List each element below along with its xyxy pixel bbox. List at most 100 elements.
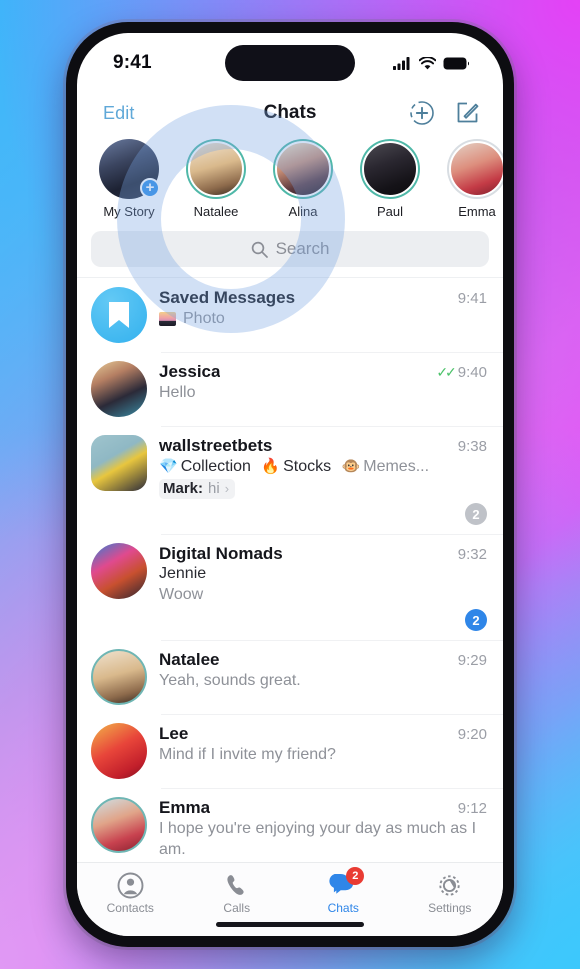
avatar: [362, 141, 418, 197]
chat-row[interactable]: Natalee 9:29 Yeah, sounds great.: [77, 640, 503, 714]
chat-meta: 9:38: [448, 438, 487, 455]
story-avatar-ring[interactable]: [186, 139, 246, 199]
chat-row[interactable]: Emma 9:12 I hope you're enjoying your day …: [77, 788, 503, 862]
chat-meta: ✓✓ 9:40: [426, 364, 487, 381]
add-story-circle-plus-icon[interactable]: [409, 100, 435, 126]
story-item-my-story[interactable]: + My Story: [89, 139, 169, 219]
avatar: [91, 435, 147, 491]
story-item-emma[interactable]: Emma: [437, 139, 503, 219]
chat-title: Digital Nomads: [159, 544, 283, 563]
contacts-person-icon: [77, 870, 184, 900]
story-name-label: Alina: [288, 204, 318, 219]
chat-title: Emma: [159, 798, 211, 817]
search-bar-container: Search: [77, 231, 503, 277]
preview-topic: Stocks: [283, 458, 332, 475]
chevron-right-icon: ›: [224, 481, 230, 496]
chat-row[interactable]: Digital Nomads 9:32 Jennie Woow 2: [77, 534, 503, 640]
story-avatar-ring[interactable]: [360, 139, 420, 199]
dynamic-island-notch: [225, 45, 355, 81]
chat-row[interactable]: Saved Messages 9:41 Photo: [77, 278, 503, 352]
chat-row[interactable]: Lee 9:20 Mind if I invite my friend?: [77, 714, 503, 788]
chat-bubbles-icon: 2: [290, 867, 397, 900]
avatar: [449, 141, 503, 197]
chat-title: Jessica: [159, 362, 221, 381]
story-avatar-ring[interactable]: [447, 139, 503, 199]
story-item-alina[interactable]: Alina: [263, 139, 343, 219]
chat-timestamp: 9:20: [457, 726, 487, 743]
chat-header-row: Natalee 9:29: [159, 650, 487, 670]
chat-title: Natalee: [159, 650, 220, 669]
chat-preview-text: Hello: [159, 384, 196, 401]
add-story-plus-icon[interactable]: +: [140, 178, 160, 198]
story-item-natalee[interactable]: Natalee: [176, 139, 256, 219]
chat-title: Saved Messages: [159, 288, 296, 307]
chat-preview-text: Photo: [183, 310, 225, 327]
chat-header-row: Lee 9:20: [159, 724, 487, 744]
preview-emoji: 🐵: [341, 458, 361, 475]
wifi-icon: [419, 56, 436, 69]
chat-body: Natalee 9:29 Yeah, sounds great.: [159, 649, 487, 705]
chat-body: Lee 9:20 Mind if I invite my friend?: [159, 723, 487, 779]
avatar: [91, 649, 147, 705]
chat-body: Jessica ✓✓ 9:40 Hello: [159, 361, 487, 417]
chat-header-row: Emma 9:12: [159, 798, 487, 818]
photo-thumbnail-icon: [159, 311, 176, 326]
chat-title: Lee: [159, 724, 189, 743]
story-item-paul[interactable]: Paul: [350, 139, 430, 219]
story-name-label: Natalee: [193, 204, 239, 219]
tab-label: Contacts: [106, 901, 154, 915]
saved-messages-avatar: [91, 287, 147, 343]
tab-settings[interactable]: Settings: [397, 870, 504, 936]
preview-topic: Collection: [180, 458, 251, 475]
compose-pencil-square-icon[interactable]: [455, 100, 481, 126]
story-avatar-ring[interactable]: [273, 139, 333, 199]
chat-meta: 9:20: [448, 726, 487, 743]
chat-preview-text: Yeah, sounds great.: [159, 672, 301, 689]
phone-device-frame: 9:41 Edit Chats + My Story Natalee Alina…: [66, 22, 514, 947]
story-avatar-ring[interactable]: +: [99, 139, 160, 199]
tab-label: Settings: [428, 901, 472, 915]
stories-row[interactable]: + My Story Natalee Alina Paul Emma: [77, 137, 503, 231]
chat-timestamp: 9:32: [457, 546, 487, 563]
chat-meta: 9:29: [448, 652, 487, 669]
chat-timestamp: 9:12: [457, 800, 487, 817]
gear-settings-icon: [397, 870, 504, 900]
battery-full-icon: [443, 57, 469, 69]
preview-topic: Memes...: [363, 458, 430, 475]
chat-meta: 9:32: [448, 546, 487, 563]
unread-badge-row: 2: [159, 609, 487, 631]
home-indicator: [216, 922, 364, 927]
story-name-label: My Story: [103, 204, 155, 219]
chat-list[interactable]: Saved Messages 9:41 Photo Jessica ✓✓ 9:40 Hell…: [77, 277, 503, 862]
chat-row[interactable]: Jessica ✓✓ 9:40 Hello: [77, 352, 503, 426]
tab-contacts[interactable]: Contacts: [77, 870, 184, 936]
chat-header-row: Jessica ✓✓ 9:40: [159, 362, 487, 382]
pinned-text: hi: [208, 480, 220, 497]
status-bar: 9:41: [77, 33, 503, 89]
search-magnifier-icon: [251, 241, 268, 258]
chat-row[interactable]: wallstreetbets 9:38 💎 Collection 🔥 Stocks 🐵 M…: [77, 426, 503, 534]
search-input[interactable]: Search: [91, 231, 489, 267]
avatar: [91, 723, 147, 779]
story-name-label: Emma: [458, 204, 496, 219]
unread-badge-row: 2: [159, 503, 487, 525]
tab-label: Chats: [327, 901, 359, 915]
chat-preview: Woow: [159, 584, 487, 605]
avatar: [91, 543, 147, 599]
chat-header-row: wallstreetbets 9:38: [159, 436, 487, 456]
chat-timestamp: 9:40: [457, 364, 487, 381]
read-receipt-icon: ✓✓: [436, 364, 457, 380]
chat-sender-name: Jennie: [159, 565, 207, 582]
bookmark-icon: [109, 302, 129, 328]
pinned-message[interactable]: Mark: hi ›: [159, 479, 236, 499]
tab-unread-badge: 2: [346, 867, 365, 885]
phone-handset-icon: [184, 870, 291, 900]
chat-title: wallstreetbets: [159, 436, 273, 455]
chat-timestamp: 9:41: [457, 290, 487, 307]
chat-preview-text: Mind if I invite my friend?: [159, 746, 336, 763]
edit-button[interactable]: Edit: [103, 103, 134, 124]
avatar: [91, 361, 147, 417]
search-placeholder: Search: [275, 239, 330, 258]
unread-badge: 2: [465, 503, 487, 525]
chat-preview-text: Woow: [159, 586, 204, 603]
